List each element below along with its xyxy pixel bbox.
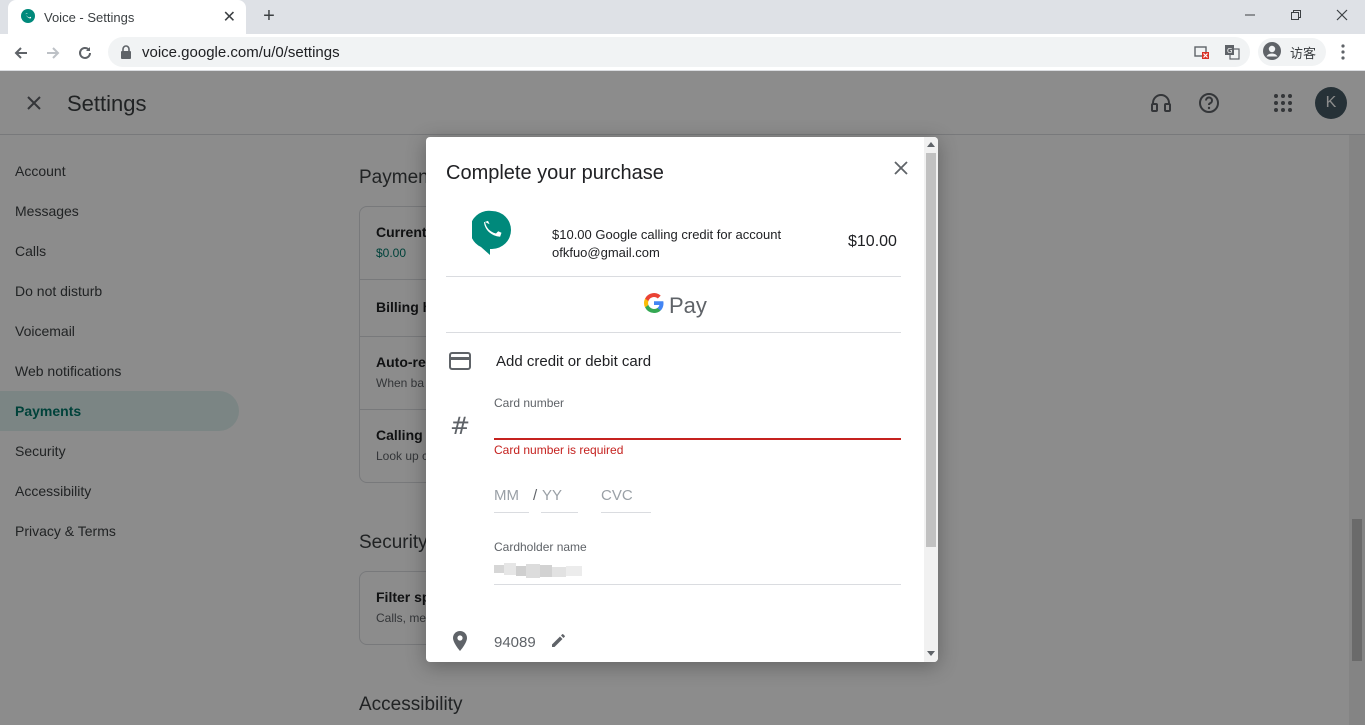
edit-pencil-icon[interactable] [549,630,569,650]
browser-tab[interactable]: Voice - Settings ✕ [8,0,246,34]
url-text: voice.google.com/u/0/settings [142,43,340,61]
window-close-icon[interactable] [1319,0,1365,30]
cvc-input[interactable]: CVC [601,487,633,504]
location-pin-icon [448,629,472,653]
dialog-scrollbar[interactable] [924,137,938,662]
minimize-icon[interactable] [1227,0,1273,30]
product-description: $10.00 Google calling credit for account… [552,227,782,260]
translate-icon[interactable]: G [1224,44,1240,65]
credit-card-icon [448,349,472,373]
expiry-year-input[interactable]: YY [542,487,562,504]
address-bar[interactable]: voice.google.com/u/0/settings G [108,37,1250,67]
google-voice-logo-icon [469,210,512,256]
redacted-name-blur [494,563,582,578]
restore-icon[interactable] [1273,0,1319,30]
expiry-month-underline [494,512,529,513]
card-number-input[interactable] [494,412,901,438]
browser-toolbar: voice.google.com/u/0/settings G 访客 [0,34,1365,71]
blocked-popup-icon[interactable] [1194,44,1210,65]
card-number-hash-icon: # [450,412,471,440]
expiry-month-input[interactable]: MM [494,487,519,504]
voice-favicon-icon [20,9,36,25]
forward-icon[interactable] [39,39,67,67]
product-price: $10.00 [848,233,897,250]
profile-label: 访客 [1290,45,1317,61]
card-number-underline [494,438,901,440]
scroll-down-icon[interactable] [927,651,935,656]
cardholder-name-input[interactable] [494,561,584,581]
gpay-label: Pay [669,292,707,318]
browser-menu-icon[interactable] [1334,41,1352,63]
billing-zip: 94089 [494,634,536,651]
cvc-underline [601,512,651,513]
expiry-slash: / [533,487,538,504]
dialog-scrollbar-thumb[interactable] [926,153,936,547]
gpay-logo: Pay [643,292,707,319]
purchase-dialog: Complete your purchase $10.00 Google cal… [426,137,938,662]
dialog-close-icon[interactable] [891,158,911,178]
svg-text:G: G [1227,47,1232,55]
lock-icon [120,45,132,59]
cardholder-name-label: Cardholder name [494,540,587,554]
google-g-icon [643,292,665,319]
reload-icon[interactable] [71,39,99,67]
dialog-title: Complete your purchase [446,162,664,184]
divider [446,276,901,277]
card-number-label: Card number [494,396,565,410]
guest-profile-icon [1262,41,1282,64]
scroll-up-icon[interactable] [927,142,935,147]
tab-close-icon[interactable]: ✕ [223,7,236,27]
add-card-label: Add credit or debit card [496,353,652,370]
back-icon[interactable] [7,39,35,67]
divider [446,332,901,333]
expiry-year-underline [541,512,578,513]
cardholder-name-underline [494,584,901,585]
profile-button[interactable]: 访客 [1258,38,1326,66]
tab-title: Voice - Settings [44,9,135,25]
new-tab-icon[interactable]: + [258,5,280,27]
browser-tabstrip: Voice - Settings ✕ + [0,0,1365,34]
card-number-error: Card number is required [494,443,624,457]
